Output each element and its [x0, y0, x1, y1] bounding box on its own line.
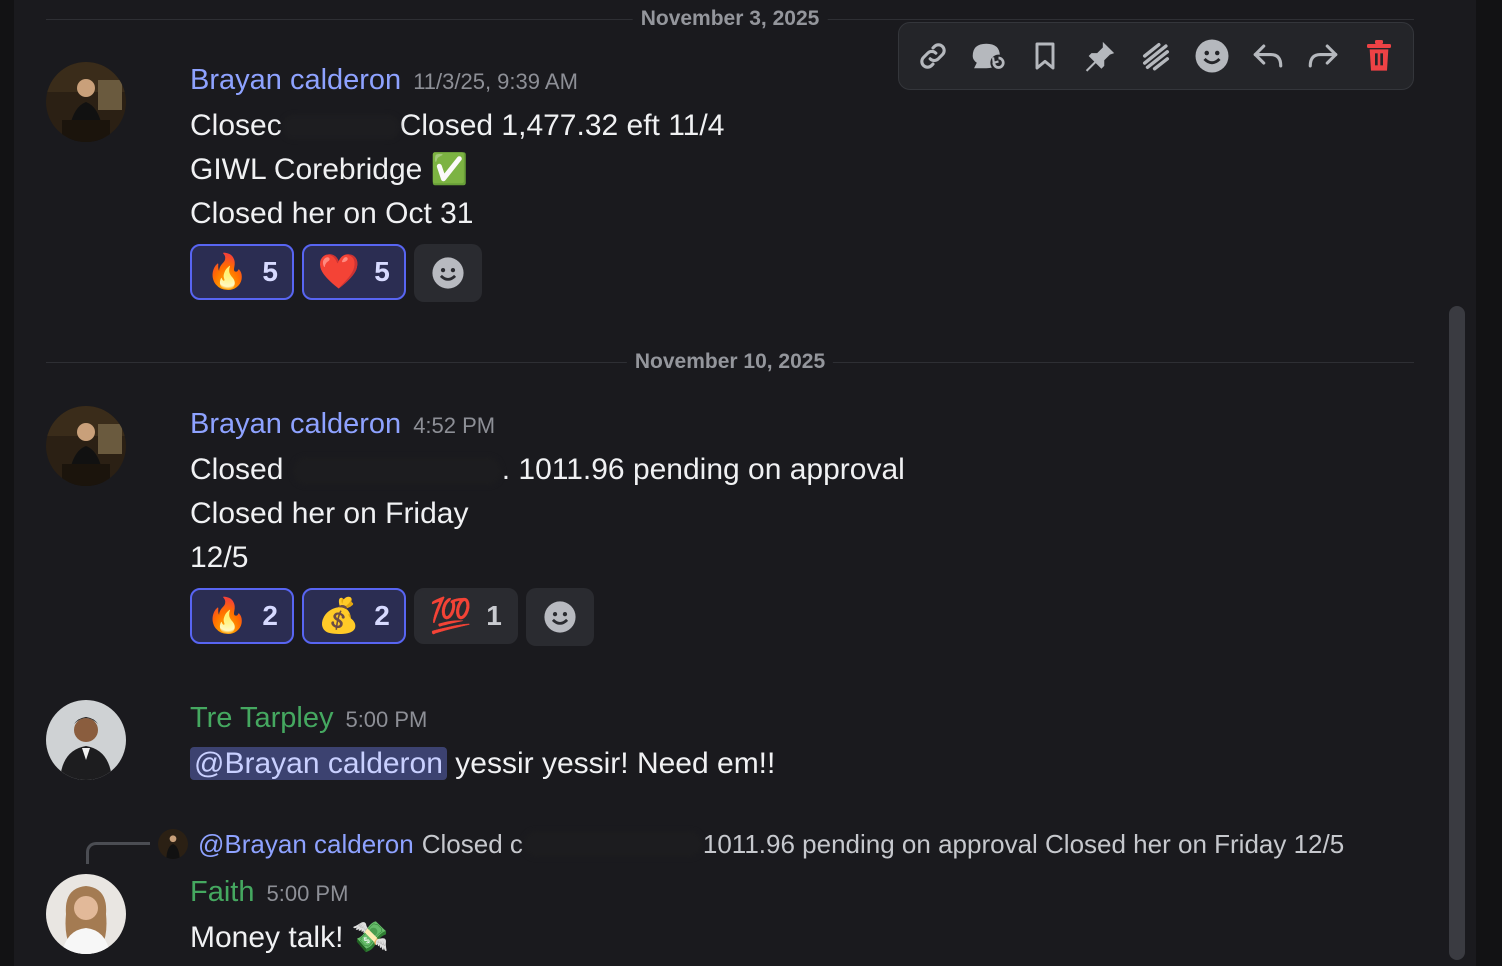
- add-reaction-button[interactable]: [525, 588, 594, 646]
- reaction-hundred[interactable]: 💯 1: [413, 588, 518, 644]
- date-divider: November 10, 2025: [46, 351, 1414, 373]
- author-name[interactable]: Brayan calderon: [190, 64, 401, 96]
- reactions: 🔥 2 💰 2 💯 1: [190, 588, 905, 646]
- reply-mention[interactable]: @Brayan calderon: [198, 829, 414, 860]
- scrollbar-thumb[interactable]: [1449, 306, 1465, 960]
- timestamp: 5:00 PM: [345, 707, 428, 732]
- thread-icon[interactable]: [969, 36, 1009, 76]
- timestamp: 4:52 PM: [413, 413, 496, 438]
- reply-spine: [86, 842, 150, 864]
- message-line: Closed her on Oct 31: [190, 197, 474, 230]
- redacted-text: [522, 830, 703, 858]
- author-name[interactable]: Brayan calderon: [190, 408, 401, 440]
- reaction-icon[interactable]: [1192, 36, 1232, 76]
- author-name[interactable]: Tre Tarpley: [190, 702, 333, 734]
- avatar[interactable]: [46, 700, 126, 780]
- message-line: Closec Closed 1,477.32 eft 11/4: [190, 109, 725, 142]
- timestamp: 5:00 PM: [266, 881, 349, 906]
- date-divider-label: November 3, 2025: [632, 8, 828, 30]
- add-reaction-button[interactable]: [413, 244, 482, 302]
- redacted-text: [281, 114, 400, 141]
- left-rail: [0, 0, 14, 966]
- reaction-money-bag[interactable]: 💰 2: [301, 588, 406, 644]
- forward-icon[interactable]: [1303, 36, 1343, 76]
- avatar[interactable]: [46, 874, 126, 954]
- avatar[interactable]: [46, 406, 126, 486]
- mark-unread-icon[interactable]: [1136, 36, 1176, 76]
- bookmark-icon[interactable]: [1025, 36, 1065, 76]
- reply-preview[interactable]: @Brayan calderon Closed c 1011.96 pendin…: [158, 826, 1344, 862]
- reply-avatar: [158, 829, 188, 859]
- right-rail: [1476, 0, 1502, 966]
- reactions: 🔥 5 ❤️ 5: [190, 244, 724, 302]
- reply-text: Closed c: [421, 828, 523, 859]
- message-line: 12/5: [190, 541, 249, 574]
- link-icon[interactable]: [913, 36, 953, 76]
- pin-icon[interactable]: [1080, 36, 1120, 76]
- redacted-text: [291, 456, 502, 487]
- trash-icon[interactable]: [1359, 36, 1399, 76]
- money-emoji: 💸: [351, 921, 390, 954]
- message-line: @Brayan calderon yessir yessir! Need em!…: [190, 742, 775, 786]
- date-divider-label: November 10, 2025: [626, 351, 834, 373]
- smiley-icon: [544, 601, 576, 633]
- timestamp: 11/3/25, 9:39 AM: [413, 69, 578, 94]
- message-line: Money talk! 💸: [190, 921, 390, 954]
- message-line: GIWL Corebridge ✅: [190, 153, 469, 186]
- check-emoji: ✅: [430, 153, 469, 186]
- reply-text: 1011.96 pending on approval Closed her o…: [702, 828, 1345, 859]
- reaction-fire[interactable]: 🔥 2: [190, 588, 294, 644]
- avatar[interactable]: [46, 62, 126, 142]
- reaction-fire[interactable]: 🔥 5: [190, 244, 294, 300]
- date-divider: November 3, 2025: [46, 8, 1414, 30]
- chat-panel: November 3, 2025 Brayan calderon 11/3/25,…: [14, 0, 1476, 966]
- reaction-heart[interactable]: ❤️ 5: [301, 244, 406, 300]
- reply-icon[interactable]: [1248, 36, 1288, 76]
- message-line: Closed her on Friday: [190, 497, 469, 530]
- user-mention[interactable]: @Brayan calderon: [190, 747, 447, 780]
- message-line: Closed . 1011.96 pending on approval: [190, 453, 905, 487]
- author-name[interactable]: Faith: [190, 876, 254, 908]
- message-actions-toolbar: [898, 22, 1414, 90]
- smiley-icon: [432, 257, 464, 289]
